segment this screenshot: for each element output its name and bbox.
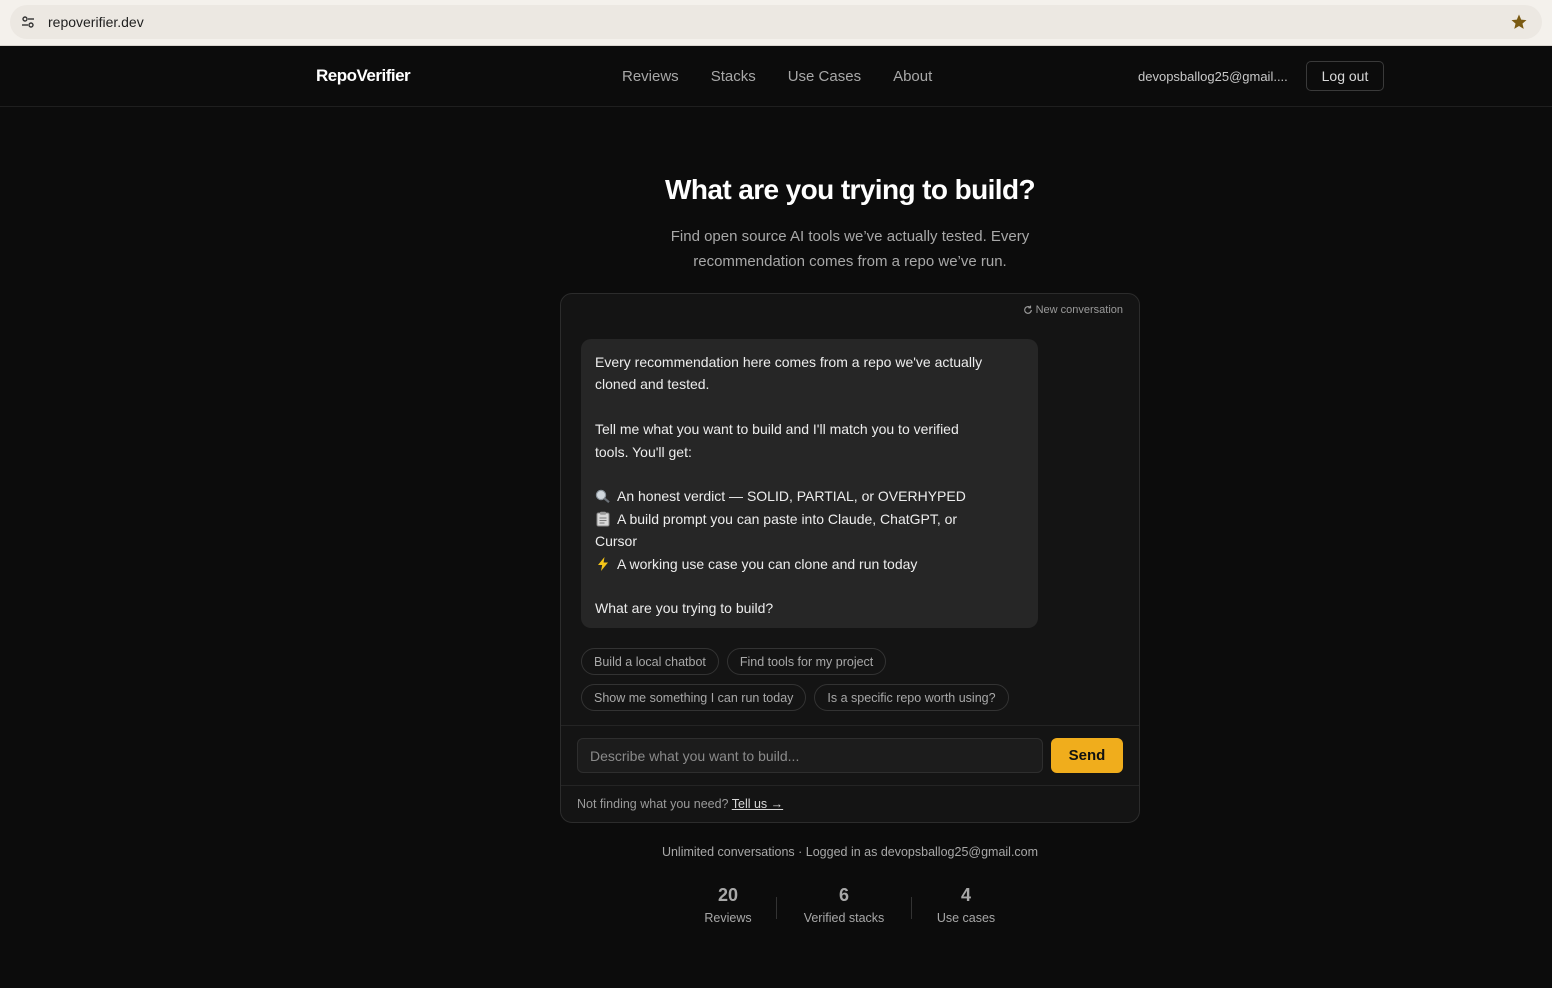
bullet-text: An honest verdict — SOLID, PARTIAL, or O… — [617, 488, 966, 505]
subtitle-line: Find open source AI tools we’ve actually… — [670, 228, 1030, 245]
chip-row: Build a local chatbot Find tools for my … — [581, 648, 1121, 675]
chip-repo-worth[interactable]: Is a specific repo worth using? — [814, 684, 1009, 711]
site-logo[interactable]: RepoVerifier — [316, 66, 411, 86]
stat-divider — [911, 897, 912, 919]
stat-value: 6 — [838, 885, 849, 905]
divider — [561, 725, 1139, 726]
lightning-icon — [598, 556, 608, 571]
message-line: cloned and tested. — [595, 376, 710, 393]
assistant-message: Every recommendation here comes from a r… — [581, 339, 1038, 628]
message-line: What are you trying to build? — [595, 600, 774, 617]
star-icon[interactable] — [1510, 13, 1528, 31]
message-line: Tell me what you want to build and I'll … — [595, 421, 959, 438]
page-subtitle: Find open source AI tools we’ve actually… — [0, 224, 1552, 274]
divider — [561, 785, 1139, 786]
stat-use-cases: 4 Use cases — [928, 885, 1004, 925]
tell-us-link[interactable]: Tell us → — [732, 797, 783, 811]
chip-run-today[interactable]: Show me something I can run today — [581, 684, 807, 711]
stat-reviews: 20 Reviews — [690, 885, 766, 925]
chip-find-tools[interactable]: Find tools for my project — [726, 648, 887, 675]
stat-value: 4 — [960, 885, 971, 905]
chip-build-local-chatbot[interactable]: Build a local chatbot — [581, 648, 719, 675]
nav-link-stacks[interactable]: Stacks — [711, 68, 756, 85]
chip-row: Show me something I can run today Is a s… — [581, 684, 1121, 711]
chat-panel: New conversation Every recommendation he… — [560, 293, 1140, 823]
suggestion-chips: Build a local chatbot Find tools for my … — [581, 648, 1121, 720]
bullet-text: A build prompt you can paste into Claude… — [617, 510, 958, 527]
message-line: Cursor — [595, 533, 638, 550]
nav-link-use-cases[interactable]: Use Cases — [788, 68, 861, 85]
clipboard-icon — [596, 511, 610, 527]
subtitle-line: recommendation comes from a repo we’ve r… — [693, 253, 1007, 270]
nav-link-about[interactable]: About — [893, 68, 932, 85]
site-header: RepoVerifier Reviews Stacks Use Cases Ab… — [0, 46, 1552, 107]
bullet-verdict: An honest verdict — SOLID, PARTIAL, or O… — [595, 485, 1024, 507]
message-line: tools. You'll get: — [595, 443, 692, 460]
page-title: What are you trying to build? — [665, 174, 1036, 205]
nav-link-reviews[interactable]: Reviews — [622, 68, 679, 85]
bullet-use-case: A working use case you can clone and run… — [595, 553, 1024, 575]
session-status: Unlimited conversations · Logged in as d… — [661, 845, 1039, 859]
feedback-text: Not finding what you need? — [577, 797, 729, 811]
message-input[interactable]: Describe what you want to build... — [577, 738, 1043, 773]
feedback-prompt: Not finding what you need? Tell us → — [577, 797, 783, 811]
tune-icon[interactable] — [20, 14, 36, 30]
browser-toolbar: repoverifier.dev — [0, 0, 1552, 46]
stat-label: Verified stacks — [803, 911, 885, 925]
logout-button[interactable]: Log out — [1306, 61, 1384, 91]
stat-value: 20 — [717, 885, 739, 905]
bullet-text: A working use case you can clone and run… — [617, 555, 918, 572]
stat-verified-stacks: 6 Verified stacks — [794, 885, 894, 925]
bullet-prompt: A build prompt you can paste into Claude… — [595, 508, 1024, 530]
send-button[interactable]: Send — [1051, 738, 1123, 773]
new-conversation-label: New conversation — [1035, 304, 1123, 316]
stat-divider — [776, 897, 777, 919]
stat-label: Use cases — [936, 911, 996, 925]
refresh-icon — [1023, 305, 1032, 314]
magnifier-icon — [595, 490, 610, 504]
new-conversation-button[interactable]: New conversation — [1023, 304, 1123, 316]
stats-bar: 20 Reviews 6 Verified stacks 4 Use cases — [0, 885, 1552, 935]
message-line: Every recommendation here comes from a r… — [595, 354, 983, 370]
address-bar[interactable]: repoverifier.dev — [10, 5, 1542, 39]
main-nav: Reviews Stacks Use Cases About — [622, 68, 964, 85]
url-text[interactable]: repoverifier.dev — [48, 14, 144, 30]
stat-label: Reviews — [704, 911, 752, 925]
user-email: devopsballog25@gmail.... — [1138, 69, 1288, 84]
